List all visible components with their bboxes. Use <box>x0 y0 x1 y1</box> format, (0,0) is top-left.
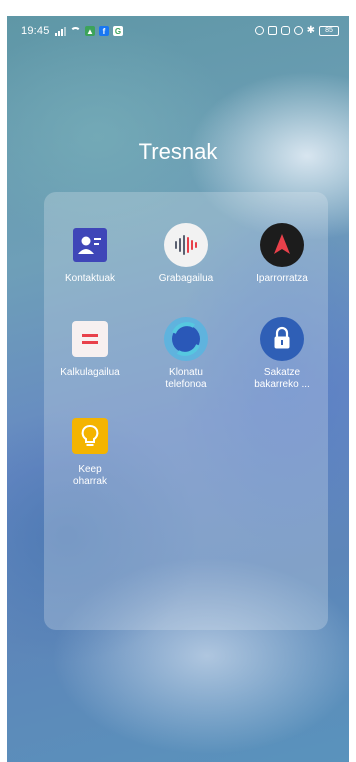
wifi-icon <box>70 27 81 36</box>
app-calculator[interactable]: Kalkulagailua <box>50 317 130 379</box>
status-bar: 19:45 ▲ f G ✱ 85 <box>7 16 349 46</box>
app-recorder[interactable]: Grabagailua <box>146 223 226 285</box>
app-label: Sakatze bakarreko ... <box>254 367 310 390</box>
facebook-icon: f <box>99 26 109 36</box>
data-saver-icon <box>254 26 264 35</box>
app-one-tap-lock[interactable]: Sakatze bakarreko ... <box>242 317 322 391</box>
contacts-icon <box>68 223 112 267</box>
lightbulb-icon <box>68 414 112 458</box>
app-label: Kalkulagailua <box>60 367 120 378</box>
status-right-icons: ✱ 85 <box>254 25 339 36</box>
app-folder: Kontaktuak Grabagailua Iparrorratza Kalk… <box>44 192 328 630</box>
app-clone-phone[interactable]: Klonatu telefonoa <box>146 317 226 391</box>
battery-level: 85 <box>325 26 333 34</box>
app-label: Grabagailua <box>158 273 214 284</box>
folder-title[interactable]: Tresnak <box>7 139 349 165</box>
compass-icon <box>260 223 304 267</box>
signal-icon <box>55 27 66 36</box>
recorder-icon <box>164 223 208 267</box>
app-label: Kontaktuak <box>64 273 116 284</box>
alarm-icon <box>293 26 303 35</box>
app-label: Klonatu telefonoa <box>165 367 207 390</box>
bluetooth-icon: ✱ <box>306 25 315 36</box>
lock-icon <box>260 317 304 361</box>
app-label: Iparrorratza <box>256 273 308 284</box>
app-compass[interactable]: Iparrorratza <box>242 223 322 285</box>
app-label: Keep oharrak <box>73 464 107 487</box>
status-left-icons: ▲ f G <box>55 26 123 36</box>
home-screen: 19:45 ▲ f G ✱ 85 Tresnak Kontaktuak Grab… <box>7 16 349 762</box>
clone-phone-icon <box>164 317 208 361</box>
battery-icon: 85 <box>319 25 339 36</box>
app-contacts[interactable]: Kontaktuak <box>50 223 130 285</box>
g-notification-icon: G <box>113 26 123 36</box>
photo-notification-icon: ▲ <box>85 26 95 36</box>
status-time: 19:45 <box>21 25 50 37</box>
nfc-icon <box>267 26 277 35</box>
app-keep-notes[interactable]: Keep oharrak <box>50 414 130 488</box>
calculator-icon <box>68 317 112 361</box>
vibrate-icon <box>280 26 290 35</box>
